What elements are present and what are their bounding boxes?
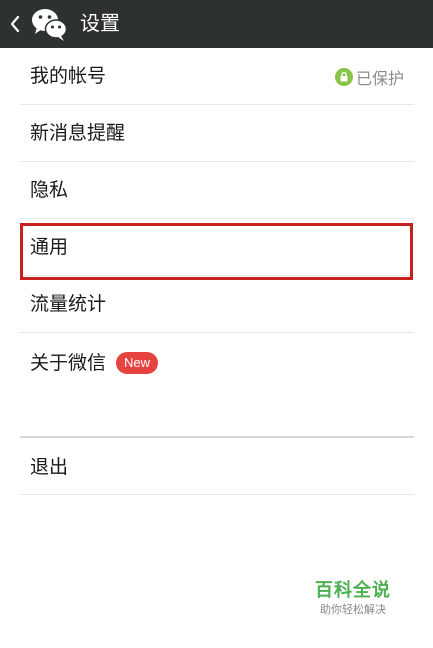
settings-item-data-usage[interactable]: 流量统计 [20, 276, 414, 333]
settings-item-notifications[interactable]: 新消息提醒 [20, 105, 414, 162]
settings-item-about[interactable]: 关于微信 New [20, 333, 414, 393]
settings-item-label: 隐私 [30, 179, 69, 201]
watermark-subtitle: 助你轻松解决 [320, 603, 386, 616]
account-protection-status: 已保护 [334, 65, 404, 89]
settings-item-label: 我的帐号 [30, 65, 107, 87]
settings-item-my-account[interactable]: 我的帐号 已保护 [20, 48, 414, 105]
status-text: 已保护 [355, 69, 404, 88]
back-arrow-icon[interactable] [8, 13, 22, 35]
watermark: 百科全说 助你轻松解决 [313, 580, 393, 618]
page-title: 设置 [80, 11, 120, 35]
watermark-title: 百科全说 [315, 580, 391, 601]
settings-item-label: 新消息提醒 [30, 122, 126, 144]
lock-icon [334, 68, 353, 86]
logout-button[interactable]: 退出 [20, 437, 414, 495]
wechat-logo-icon [32, 9, 68, 41]
logout-label: 退出 [30, 456, 69, 478]
title-bar: 设置 [0, 0, 433, 48]
settings-list: 我的帐号 已保护 新消息提醒 隐私 通用 流量统计 关于微信 New [20, 48, 414, 393]
settings-item-label: 关于微信 [30, 352, 107, 374]
highlight-box [20, 223, 413, 280]
settings-item-privacy[interactable]: 隐私 [20, 162, 414, 219]
section-divider [20, 394, 414, 438]
settings-item-label: 流量统计 [30, 293, 107, 315]
new-badge: New [116, 352, 159, 374]
